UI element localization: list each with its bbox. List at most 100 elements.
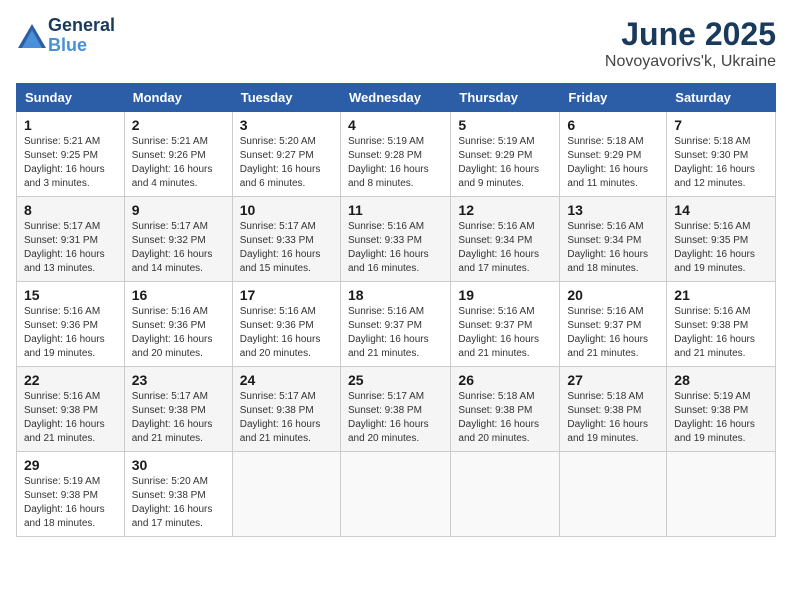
calendar-cell: 24 Sunrise: 5:17 AMSunset: 9:38 PMDayligh… <box>232 367 340 452</box>
day-info: Sunrise: 5:16 AMSunset: 9:37 PMDaylight:… <box>458 305 552 361</box>
day-number: 21 <box>674 287 768 303</box>
page-header: General Blue June 2025 Novoyavorivs'k, U… <box>16 16 776 71</box>
title-block: June 2025 Novoyavorivs'k, Ukraine <box>605 16 776 71</box>
week-row-3: 15 Sunrise: 5:16 AMSunset: 9:36 PMDayligh… <box>17 282 776 367</box>
day-number: 30 <box>132 457 225 473</box>
day-number: 23 <box>132 372 225 388</box>
calendar-cell: 20 Sunrise: 5:16 AMSunset: 9:37 PMDayligh… <box>560 282 667 367</box>
logo-line2: Blue <box>48 36 115 56</box>
weekday-sunday: Sunday <box>17 84 125 112</box>
day-info: Sunrise: 5:16 AMSunset: 9:34 PMDaylight:… <box>458 220 552 276</box>
day-number: 27 <box>567 372 659 388</box>
week-row-1: 1 Sunrise: 5:21 AMSunset: 9:25 PMDaylight… <box>17 112 776 197</box>
calendar-cell: 6 Sunrise: 5:18 AMSunset: 9:29 PMDaylight… <box>560 112 667 197</box>
weekday-thursday: Thursday <box>451 84 560 112</box>
day-info: Sunrise: 5:16 AMSunset: 9:36 PMDaylight:… <box>132 305 225 361</box>
day-info: Sunrise: 5:16 AMSunset: 9:34 PMDaylight:… <box>567 220 659 276</box>
week-row-4: 22 Sunrise: 5:16 AMSunset: 9:38 PMDayligh… <box>17 367 776 452</box>
week-row-5: 29 Sunrise: 5:19 AMSunset: 9:38 PMDayligh… <box>17 452 776 537</box>
weekday-tuesday: Tuesday <box>232 84 340 112</box>
calendar-cell: 23 Sunrise: 5:17 AMSunset: 9:38 PMDayligh… <box>124 367 232 452</box>
day-info: Sunrise: 5:18 AMSunset: 9:30 PMDaylight:… <box>674 135 768 191</box>
logo-icon <box>16 22 44 50</box>
calendar-cell: 16Sunrise: 5:16 AMSunset: 9:36 PMDayligh… <box>124 282 232 367</box>
calendar-cell: 7 Sunrise: 5:18 AMSunset: 9:30 PMDaylight… <box>667 112 776 197</box>
day-number: 1 <box>24 117 117 133</box>
calendar-cell: 2 Sunrise: 5:21 AMSunset: 9:26 PMDaylight… <box>124 112 232 197</box>
calendar-cell: 8Sunrise: 5:17 AMSunset: 9:31 PMDaylight… <box>17 197 125 282</box>
calendar-cell: 30Sunrise: 5:20 AMSunset: 9:38 PMDayligh… <box>124 452 232 537</box>
day-info: Sunrise: 5:19 AMSunset: 9:38 PMDaylight:… <box>674 390 768 446</box>
day-info: Sunrise: 5:16 AMSunset: 9:37 PMDaylight:… <box>567 305 659 361</box>
day-info: Sunrise: 5:21 AMSunset: 9:26 PMDaylight:… <box>132 135 225 191</box>
weekday-friday: Friday <box>560 84 667 112</box>
day-number: 29 <box>24 457 117 473</box>
calendar-cell: 22 Sunrise: 5:16 AMSunset: 9:38 PMDayligh… <box>17 367 125 452</box>
calendar-cell: 26 Sunrise: 5:18 AMSunset: 9:38 PMDayligh… <box>451 367 560 452</box>
day-number: 12 <box>458 202 552 218</box>
day-number: 13 <box>567 202 659 218</box>
day-number: 28 <box>674 372 768 388</box>
day-number: 25 <box>348 372 443 388</box>
day-info: Sunrise: 5:19 AMSunset: 9:28 PMDaylight:… <box>348 135 443 191</box>
calendar-cell: 25 Sunrise: 5:17 AMSunset: 9:38 PMDayligh… <box>340 367 450 452</box>
day-number: 6 <box>567 117 659 133</box>
day-info: Sunrise: 5:19 AMSunset: 9:29 PMDaylight:… <box>458 135 552 191</box>
calendar-cell: 15 Sunrise: 5:16 AMSunset: 9:36 PMDayligh… <box>17 282 125 367</box>
calendar-cell <box>340 452 450 537</box>
calendar-cell <box>667 452 776 537</box>
weekday-wednesday: Wednesday <box>340 84 450 112</box>
calendar-cell: 10 Sunrise: 5:17 AMSunset: 9:33 PMDayligh… <box>232 197 340 282</box>
day-info: Sunrise: 5:16 AMSunset: 9:36 PMDaylight:… <box>24 305 117 361</box>
calendar-body: 1 Sunrise: 5:21 AMSunset: 9:25 PMDaylight… <box>17 112 776 537</box>
weekday-monday: Monday <box>124 84 232 112</box>
day-info: Sunrise: 5:16 AMSunset: 9:38 PMDaylight:… <box>24 390 117 446</box>
day-info: Sunrise: 5:18 AMSunset: 9:38 PMDaylight:… <box>458 390 552 446</box>
day-info: Sunrise: 5:18 AMSunset: 9:29 PMDaylight:… <box>567 135 659 191</box>
day-info: Sunrise: 5:16 AMSunset: 9:36 PMDaylight:… <box>240 305 333 361</box>
day-number: 20 <box>567 287 659 303</box>
day-info: Sunrise: 5:21 AMSunset: 9:25 PMDaylight:… <box>24 135 117 191</box>
day-number: 22 <box>24 372 117 388</box>
logo-text: General Blue <box>48 16 115 56</box>
calendar-cell: 29 Sunrise: 5:19 AMSunset: 9:38 PMDayligh… <box>17 452 125 537</box>
day-info: Sunrise: 5:16 AMSunset: 9:35 PMDaylight:… <box>674 220 768 276</box>
calendar-cell: 27 Sunrise: 5:18 AMSunset: 9:38 PMDayligh… <box>560 367 667 452</box>
week-row-2: 8Sunrise: 5:17 AMSunset: 9:31 PMDaylight… <box>17 197 776 282</box>
day-number: 15 <box>24 287 117 303</box>
month-title: June 2025 <box>605 16 776 53</box>
day-info: Sunrise: 5:17 AMSunset: 9:31 PMDaylight:… <box>24 220 117 276</box>
calendar: SundayMondayTuesdayWednesdayThursdayFrid… <box>16 83 776 537</box>
location-title: Novoyavorivs'k, Ukraine <box>605 53 776 71</box>
day-info: Sunrise: 5:17 AMSunset: 9:33 PMDaylight:… <box>240 220 333 276</box>
calendar-cell: 21 Sunrise: 5:16 AMSunset: 9:38 PMDayligh… <box>667 282 776 367</box>
calendar-cell <box>232 452 340 537</box>
calendar-cell: 13 Sunrise: 5:16 AMSunset: 9:34 PMDayligh… <box>560 197 667 282</box>
day-info: Sunrise: 5:19 AMSunset: 9:38 PMDaylight:… <box>24 475 117 531</box>
day-info: Sunrise: 5:17 AMSunset: 9:38 PMDaylight:… <box>240 390 333 446</box>
day-info: Sunrise: 5:16 AMSunset: 9:38 PMDaylight:… <box>674 305 768 361</box>
day-number: 2 <box>132 117 225 133</box>
day-info: Sunrise: 5:17 AMSunset: 9:32 PMDaylight:… <box>132 220 225 276</box>
day-info: Sunrise: 5:18 AMSunset: 9:38 PMDaylight:… <box>567 390 659 446</box>
day-info: Sunrise: 5:17 AMSunset: 9:38 PMDaylight:… <box>348 390 443 446</box>
calendar-cell: 9 Sunrise: 5:17 AMSunset: 9:32 PMDaylight… <box>124 197 232 282</box>
calendar-cell <box>451 452 560 537</box>
day-number: 26 <box>458 372 552 388</box>
weekday-header: SundayMondayTuesdayWednesdayThursdayFrid… <box>17 84 776 112</box>
day-info: Sunrise: 5:16 AMSunset: 9:37 PMDaylight:… <box>348 305 443 361</box>
day-number: 17 <box>240 287 333 303</box>
calendar-cell: 28 Sunrise: 5:19 AMSunset: 9:38 PMDayligh… <box>667 367 776 452</box>
weekday-saturday: Saturday <box>667 84 776 112</box>
day-number: 3 <box>240 117 333 133</box>
day-number: 7 <box>674 117 768 133</box>
day-number: 24 <box>240 372 333 388</box>
calendar-cell: 14Sunrise: 5:16 AMSunset: 9:35 PMDayligh… <box>667 197 776 282</box>
day-info: Sunrise: 5:17 AMSunset: 9:38 PMDaylight:… <box>132 390 225 446</box>
day-number: 10 <box>240 202 333 218</box>
calendar-cell: 1 Sunrise: 5:21 AMSunset: 9:25 PMDaylight… <box>17 112 125 197</box>
day-info: Sunrise: 5:16 AMSunset: 9:33 PMDaylight:… <box>348 220 443 276</box>
calendar-cell: 18Sunrise: 5:16 AMSunset: 9:37 PMDayligh… <box>340 282 450 367</box>
day-number: 9 <box>132 202 225 218</box>
calendar-cell: 12 Sunrise: 5:16 AMSunset: 9:34 PMDayligh… <box>451 197 560 282</box>
